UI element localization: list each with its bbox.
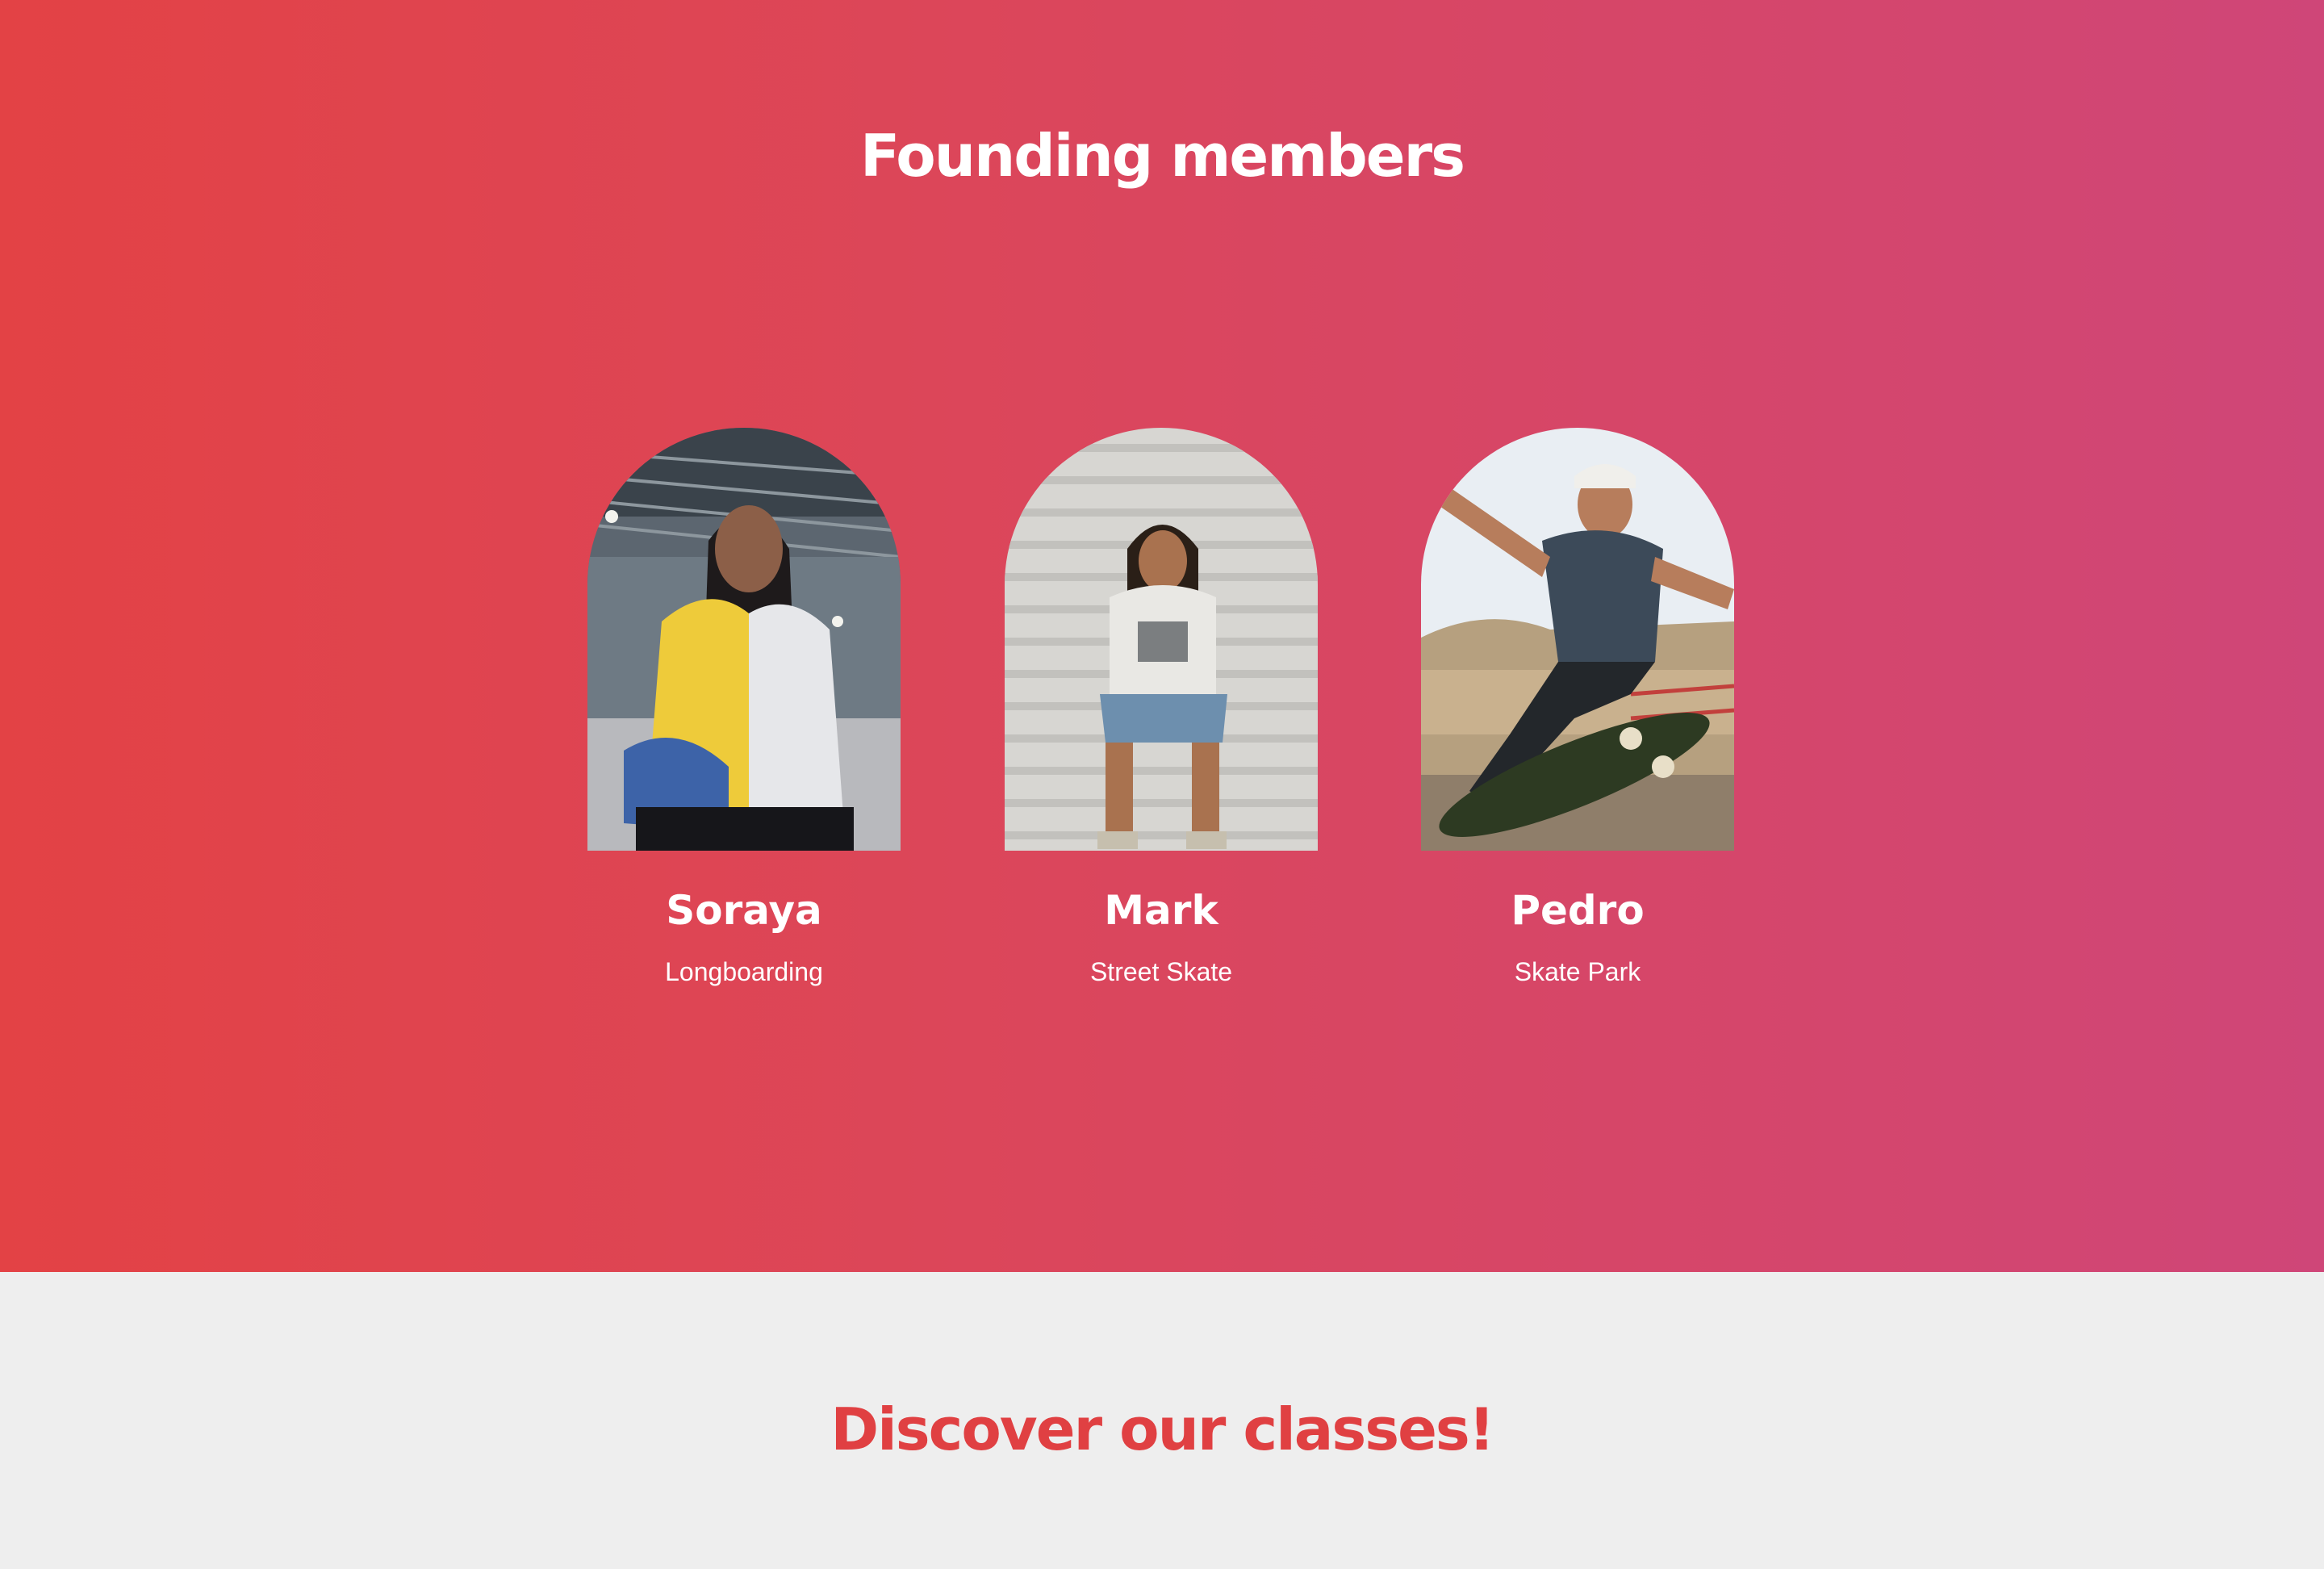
man-sitting-on-stairs-photo: [1005, 428, 1318, 851]
member-name-mark: Mark: [1104, 887, 1218, 934]
member-discipline-soraya: Longboarding: [665, 957, 823, 986]
founding-members-title: Founding members: [860, 122, 1465, 190]
founding-members-section: Founding members Soraya Longboarding Mar…: [0, 0, 2324, 1272]
page: Founding members Soraya Longboarding Mar…: [0, 0, 2324, 1569]
member-card-mark: Mark Street Skate: [1005, 428, 1318, 988]
skateboarder-doing-trick-photo: [1421, 428, 1734, 851]
member-photo-soraya: [587, 428, 901, 851]
member-name-pedro: Pedro: [1511, 887, 1645, 934]
member-name-soraya: Soraya: [666, 887, 822, 934]
classes-section: Discover our classes!: [0, 1272, 2324, 1569]
woman-in-yellow-windbreaker-photo: [587, 428, 901, 851]
classes-title: Discover our classes!: [830, 1395, 1494, 1463]
member-photo-mark: [1005, 428, 1318, 851]
member-discipline-mark: Street Skate: [1089, 957, 1233, 986]
member-card-pedro: Pedro Skate Park: [1421, 428, 1734, 988]
member-discipline-pedro: Skate Park: [1514, 957, 1641, 986]
member-card-soraya: Soraya Longboarding: [587, 428, 901, 988]
member-photo-pedro: [1421, 428, 1734, 851]
